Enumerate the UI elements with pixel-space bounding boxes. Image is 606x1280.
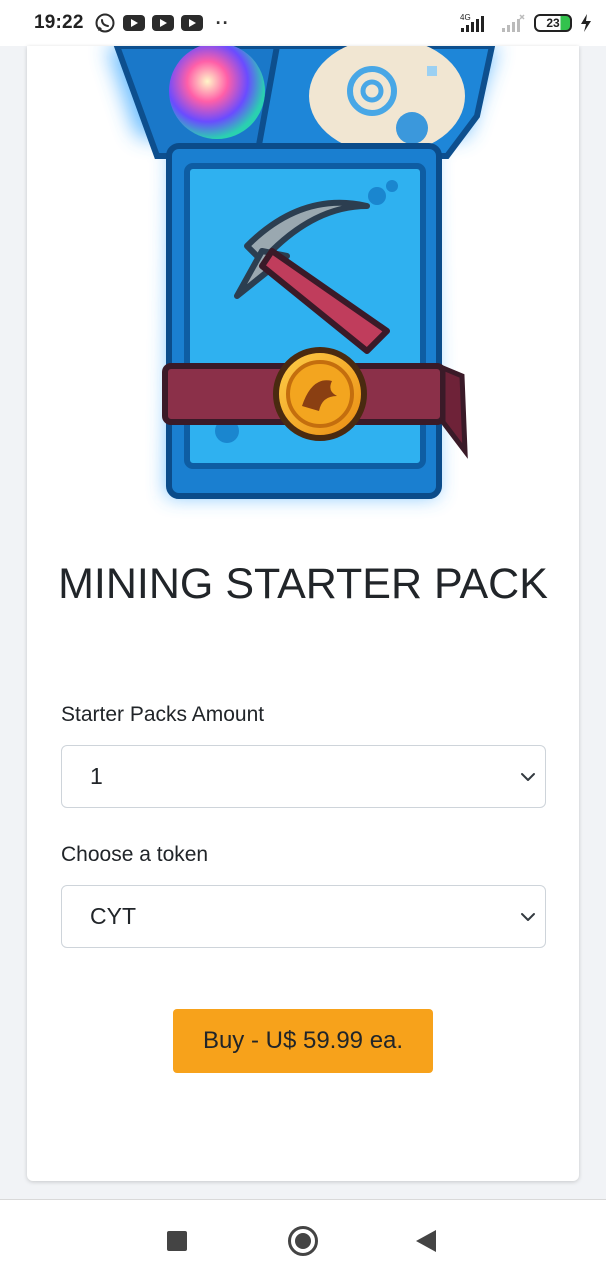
chevron-down-icon bbox=[521, 773, 535, 781]
charging-icon bbox=[581, 14, 591, 32]
buy-button[interactable]: Buy - U$ 59.99 ea. bbox=[173, 1009, 433, 1073]
youtube-icon bbox=[151, 15, 174, 31]
mining-pack-image bbox=[107, 46, 497, 499]
whatsapp-icon bbox=[95, 13, 115, 33]
product-card: MINING STARTER PACK Starter Packs Amount… bbox=[27, 46, 579, 1181]
amount-select[interactable]: 1 bbox=[61, 745, 546, 808]
token-label: Choose a token bbox=[61, 843, 209, 866]
home-icon[interactable] bbox=[288, 1226, 318, 1256]
status-bar: 19:22 ·· 4G 23 bbox=[0, 0, 606, 46]
page-title: MINING STARTER PACK bbox=[58, 560, 548, 608]
signal-weak-icon bbox=[502, 14, 525, 32]
navigation-bar bbox=[0, 1199, 606, 1280]
token-select[interactable]: CYT bbox=[61, 885, 546, 948]
chevron-down-icon bbox=[521, 913, 535, 921]
network-type: 4G bbox=[460, 13, 471, 22]
signal-icon: 4G bbox=[460, 13, 484, 32]
more-notifications-icon: ·· bbox=[215, 12, 230, 33]
amount-label: Starter Packs Amount bbox=[61, 703, 265, 726]
youtube-icon bbox=[122, 15, 145, 31]
back-icon[interactable] bbox=[416, 1230, 436, 1252]
youtube-icon bbox=[180, 15, 203, 31]
token-select-value: CYT bbox=[90, 903, 136, 929]
amount-select-value: 1 bbox=[90, 763, 103, 789]
system-icons: 4G 23 bbox=[458, 12, 592, 34]
recents-icon[interactable] bbox=[167, 1231, 187, 1251]
status-time: 19:22 bbox=[34, 12, 84, 33]
notification-icons: ·· bbox=[94, 12, 230, 34]
battery-icon: 23 bbox=[534, 14, 572, 32]
